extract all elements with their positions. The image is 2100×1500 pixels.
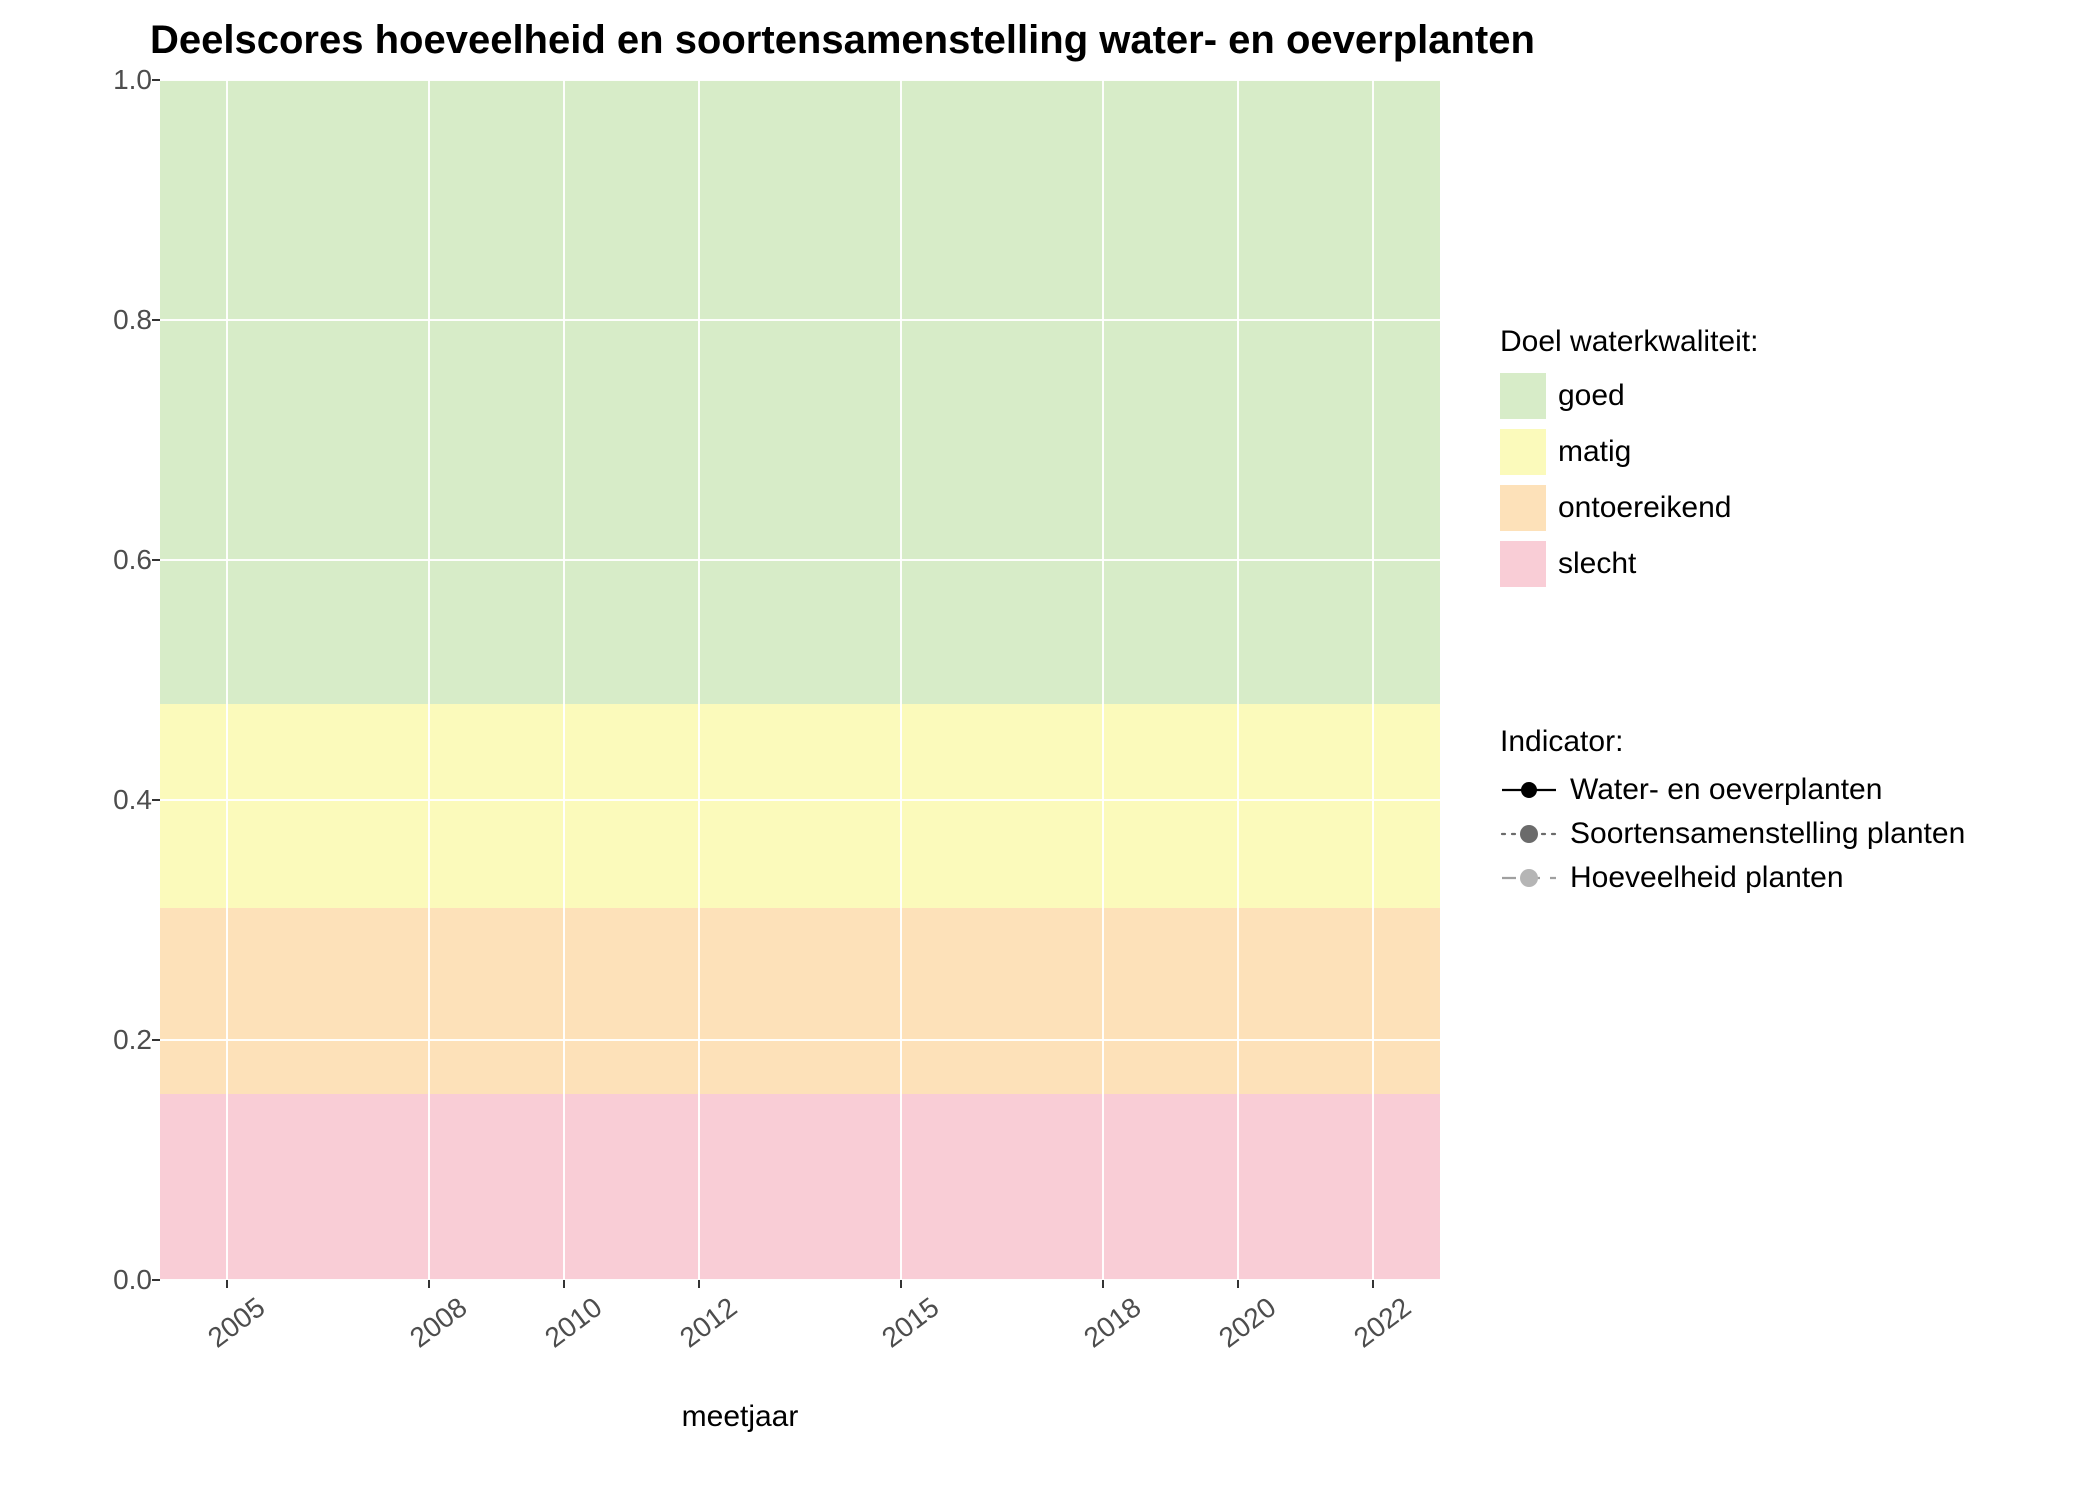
legend-indicators-title: Indicator: [1500,725,2060,759]
x-tick-mark [1372,1280,1374,1288]
gridline-v [428,80,430,1280]
gridline-h [160,79,1440,81]
band-goed [160,80,1440,704]
swatch-matig [1500,429,1546,475]
legend-indicator-item: Soortensamenstelling planten [1500,817,2060,851]
legend-band-item: ontoereikend [1500,485,2060,531]
legend-bands: Doel waterkwaliteit: goed matig ontoerei… [1500,325,2060,597]
x-tick-label: 2020 [1213,1291,1282,1354]
y-tick-mark [152,559,160,561]
x-tick-mark [1237,1280,1239,1288]
y-tick-label: 0.4 [92,784,152,816]
legend-band-label: slecht [1558,547,1636,581]
x-tick-mark [226,1280,228,1288]
legend-indicator-label: Soortensamenstelling planten [1570,817,1965,851]
x-tick-mark [1102,1280,1104,1288]
x-tick-label: 2005 [202,1291,271,1354]
chart-title: Deelscores hoeveelheid en soortensamenst… [150,18,1535,63]
gridline-v [1237,80,1239,1280]
x-tick-mark [900,1280,902,1288]
legend-bands-title: Doel waterkwaliteit: [1500,325,2060,359]
x-tick-label: 2018 [1078,1291,1147,1354]
x-tick-label: 2015 [876,1291,945,1354]
y-tick-mark [152,1039,160,1041]
y-tick-mark [152,319,160,321]
gridline-h [160,319,1440,321]
legend-band-item: matig [1500,429,2060,475]
legend-band-label: matig [1558,435,1631,469]
legend-dotted-line-icon [1500,819,1558,849]
legend-dashed-line-icon [1500,863,1558,893]
gridline-h [160,799,1440,801]
band-slecht [160,1094,1440,1280]
x-axis-label: meetjaar [682,1400,799,1434]
swatch-ontoereikend [1500,485,1546,531]
band-matig [160,704,1440,908]
gridline-v [900,80,902,1280]
y-tick-label: 0.2 [92,1024,152,1056]
swatch-goed [1500,373,1546,419]
x-tick-label: 2022 [1348,1291,1417,1354]
gridline-v [698,80,700,1280]
band-ontoereikend [160,908,1440,1094]
x-tick-mark [428,1280,430,1288]
swatch-slecht [1500,541,1546,587]
legend-indicator-item: Hoeveelheid planten [1500,861,2060,895]
y-tick-label: 0.0 [92,1264,152,1296]
y-tick-label: 0.8 [92,304,152,336]
plot-area [160,80,1440,1280]
y-tick-mark [152,1279,160,1281]
gridline-h [160,1279,1440,1281]
y-tick-label: 1.0 [92,64,152,96]
x-tick-label: 2008 [405,1291,474,1354]
legend-indicator-label: Hoeveelheid planten [1570,861,1844,895]
y-tick-label: 0.6 [92,544,152,576]
y-tick-mark [152,79,160,81]
legend-band-item: goed [1500,373,2060,419]
x-tick-label: 2012 [674,1291,743,1354]
x-tick-mark [698,1280,700,1288]
x-tick-label: 2010 [539,1291,608,1354]
y-tick-mark [152,799,160,801]
gridline-v [1102,80,1104,1280]
gridline-h [160,1039,1440,1041]
legend-band-label: goed [1558,379,1625,413]
legend-indicator-item: Water- en oeverplanten [1500,773,2060,807]
legend-indicator-label: Water- en oeverplanten [1570,773,1882,807]
legend-band-label: ontoereikend [1558,491,1731,525]
gridline-v [1372,80,1374,1280]
legend-band-item: slecht [1500,541,2060,587]
gridline-v [226,80,228,1280]
legend-indicators: Indicator: Water- en oeverplanten Soorte… [1500,725,2060,905]
gridline-v [563,80,565,1280]
x-tick-mark [563,1280,565,1288]
legend-solid-line-icon [1500,775,1558,805]
gridline-h [160,559,1440,561]
